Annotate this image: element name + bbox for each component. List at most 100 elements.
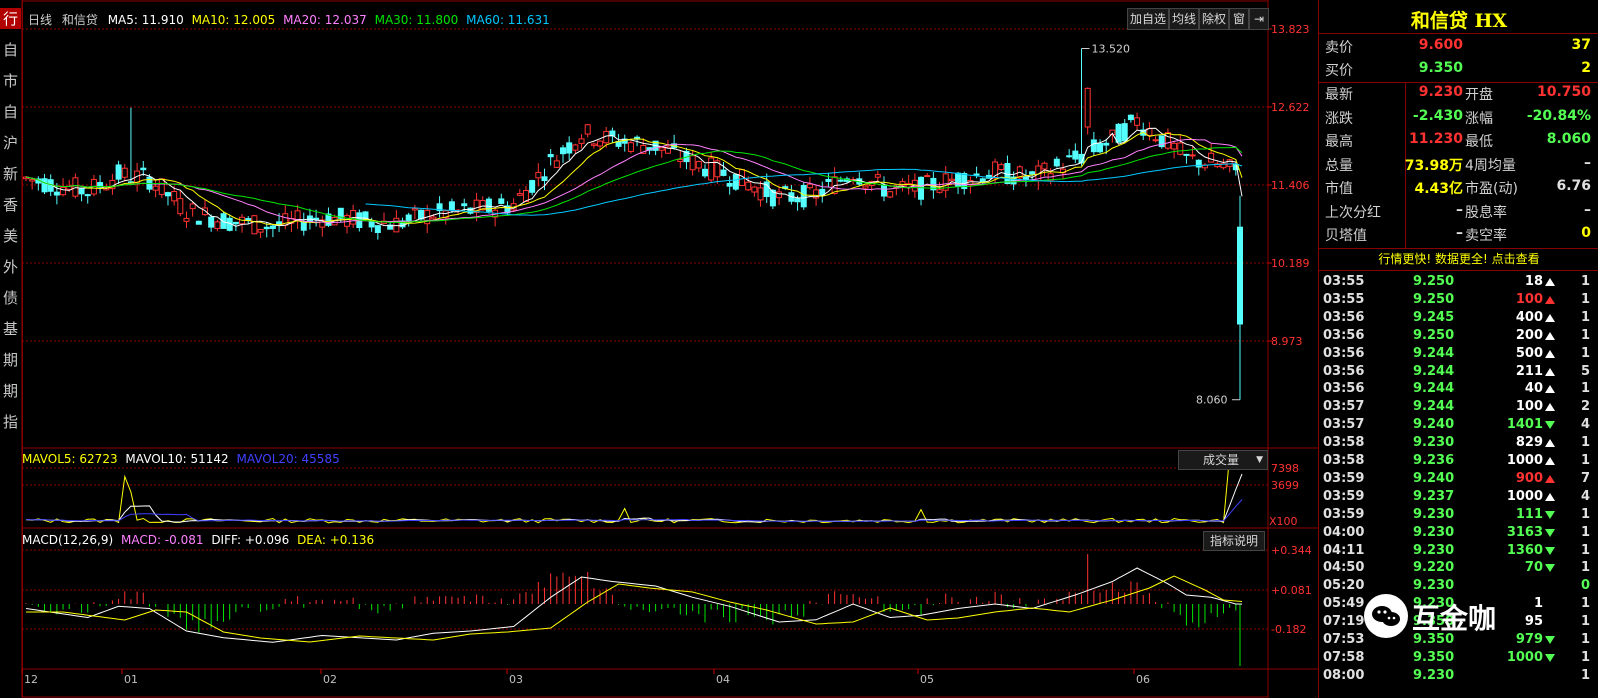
bid-row[interactable]: 买价 9.350 2 bbox=[1323, 60, 1593, 83]
trade-price: 9.230 bbox=[1413, 435, 1455, 451]
trade-price: 9.237 bbox=[1413, 488, 1455, 504]
trade-volume: 400 bbox=[1515, 309, 1543, 325]
volume-line bbox=[25, 473, 1243, 523]
trade-row: 04:11 9.230 1360 1 bbox=[1323, 543, 1597, 561]
candle-body bbox=[1084, 87, 1091, 128]
promo-link[interactable]: 行情更快! 数据更全! 点击查看 bbox=[1319, 250, 1598, 267]
stat-value: 11.230 bbox=[1408, 131, 1463, 147]
trade-volume: 1000 bbox=[1506, 488, 1543, 504]
window-button[interactable]: 窗 bbox=[1229, 8, 1249, 30]
period-label[interactable]: 日线 bbox=[28, 13, 52, 27]
adjust-button[interactable]: 除权 bbox=[1199, 8, 1229, 30]
trade-price: 9.230 bbox=[1413, 667, 1455, 683]
candle-body bbox=[368, 221, 375, 228]
candle-body bbox=[627, 142, 634, 152]
trade-price: 9.350 bbox=[1413, 649, 1455, 665]
arrow-down-icon bbox=[1545, 421, 1555, 430]
stat-value: 8.060 bbox=[1546, 131, 1591, 147]
stat-row: 贝塔值 – 卖空率 0 bbox=[1323, 225, 1593, 248]
chevron-down-icon: ▼ bbox=[1256, 455, 1263, 465]
candle-body bbox=[578, 138, 585, 144]
stat-label: 最高 bbox=[1325, 134, 1353, 150]
volume-axis-label: 3699 bbox=[1271, 479, 1299, 492]
trade-time: 04:11 bbox=[1323, 542, 1365, 558]
month-label: 04 bbox=[716, 673, 730, 686]
stat-row: 市值 4.43亿 市盈(动) 6.76 bbox=[1323, 178, 1593, 201]
stat-value: – bbox=[1456, 225, 1463, 241]
panel-title: 和信贷 HX bbox=[1410, 10, 1508, 32]
candle-body bbox=[1103, 142, 1110, 146]
trade-time: 03:57 bbox=[1323, 417, 1365, 433]
stat-row: 涨跌 -2.430 涨幅 -20.84% bbox=[1323, 108, 1593, 131]
trade-time: 03:55 bbox=[1323, 291, 1365, 307]
ask-row[interactable]: 卖价 9.600 37 bbox=[1323, 37, 1593, 60]
arrow-up-icon bbox=[1545, 385, 1555, 394]
month-label: 03 bbox=[509, 673, 523, 686]
arrow-up-icon bbox=[1545, 278, 1555, 286]
candle-body bbox=[887, 191, 894, 198]
candle-body bbox=[516, 193, 523, 196]
trade-price: 9.230 bbox=[1413, 524, 1455, 540]
trade-volume: 200 bbox=[1515, 327, 1543, 343]
candle-body bbox=[195, 220, 202, 225]
stat-label: 市盈(动) bbox=[1465, 181, 1518, 197]
candle-body bbox=[393, 217, 400, 233]
indicator-select-label: 成交量 bbox=[1203, 453, 1240, 467]
trade-volume: 111 bbox=[1515, 506, 1543, 522]
trade-row: 08:00 9.230 1 bbox=[1323, 668, 1597, 686]
trade-price: 9.230 bbox=[1413, 542, 1455, 558]
bid-label: 买价 bbox=[1325, 63, 1353, 79]
candle-body bbox=[1177, 142, 1184, 155]
month-label: 06 bbox=[1136, 673, 1150, 686]
candle-body bbox=[837, 179, 844, 182]
trade-volume: 1000 bbox=[1506, 649, 1543, 665]
arrow-up-icon bbox=[1545, 295, 1555, 304]
candle-body bbox=[121, 167, 128, 178]
arrow-up-icon bbox=[1545, 367, 1555, 376]
wechat-icon bbox=[1364, 594, 1408, 638]
candle-body bbox=[177, 198, 184, 215]
trade-volume: 70 bbox=[1524, 560, 1543, 576]
candle-body bbox=[862, 185, 869, 189]
trade-count: 1 bbox=[1581, 274, 1591, 289]
candle-body bbox=[29, 179, 36, 182]
divider bbox=[1319, 33, 1598, 34]
arrow-up-icon bbox=[1545, 331, 1555, 340]
volume-line bbox=[25, 499, 1243, 523]
trade-volume: 1401 bbox=[1506, 417, 1543, 433]
arrow-up-icon bbox=[1545, 313, 1555, 322]
ma-setting-button[interactable]: 均线 bbox=[1169, 8, 1199, 30]
trade-price: 9.250 bbox=[1413, 274, 1455, 289]
candle-body bbox=[1237, 226, 1243, 325]
high-label: 13.520 bbox=[1092, 42, 1131, 55]
candle-body bbox=[1041, 162, 1048, 170]
trade-row: 03:56 9.244 40 1 bbox=[1323, 381, 1597, 399]
stat-row: 最新 9.230 开盘 10.750 bbox=[1323, 84, 1593, 107]
stat-row: 总量 73.98万 4周均量 – bbox=[1323, 155, 1593, 178]
candle-body bbox=[1171, 142, 1178, 150]
trade-time: 07:19 bbox=[1323, 614, 1365, 630]
stat-value: -20.84% bbox=[1526, 107, 1591, 124]
candle-body bbox=[547, 154, 554, 158]
trade-row: 03:59 9.240 900 7 bbox=[1323, 471, 1597, 489]
candle-body bbox=[1090, 139, 1097, 153]
candle-body bbox=[140, 167, 147, 171]
candle-body bbox=[924, 175, 931, 178]
add-watchlist-button[interactable]: 加自选 bbox=[1127, 8, 1169, 30]
indicator-select[interactable]: 成交量 ▼ bbox=[1178, 450, 1268, 470]
indicator-help-button[interactable]: 指标说明 bbox=[1203, 531, 1265, 551]
candle-body bbox=[1152, 139, 1159, 142]
ma30-label: MA30: 11.800 bbox=[374, 13, 459, 27]
candle-body bbox=[1189, 154, 1196, 157]
stat-row: 上次分红 – 股息率 – bbox=[1323, 202, 1593, 225]
ma60-label: MA60: 11.631 bbox=[466, 13, 550, 27]
kline-chart[interactable]: 13.823 12.622 11.406 10.189 8.973 7398 3699 X10… bbox=[0, 0, 1318, 698]
trade-time: 03:58 bbox=[1323, 435, 1365, 451]
candle-body bbox=[936, 189, 943, 193]
candle-body bbox=[597, 140, 604, 147]
ask-label: 卖价 bbox=[1325, 40, 1353, 56]
next-icon[interactable]: ⇥ bbox=[1249, 8, 1269, 30]
trade-price: 9.240 bbox=[1413, 417, 1455, 433]
mavol5-label: MAVOL5: 62723 bbox=[22, 452, 118, 466]
macd-title: MACD(12,26,9) bbox=[22, 533, 114, 547]
